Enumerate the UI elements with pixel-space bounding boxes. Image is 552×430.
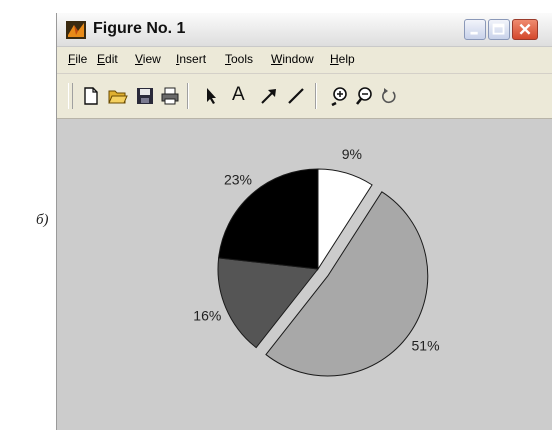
menu-tools[interactable]: Tools: [225, 52, 253, 66]
figure-window: Figure No. 1 File Edit View Insert Tools…: [56, 13, 552, 430]
menu-bar: File Edit View Insert Tools Window Help: [57, 47, 552, 73]
zoom-in-icon[interactable]: [329, 86, 349, 106]
insert-arrow-icon[interactable]: [259, 86, 279, 106]
minimize-icon: [470, 31, 478, 35]
print-icon[interactable]: [160, 86, 180, 106]
menu-view[interactable]: View: [135, 52, 161, 66]
rotate-icon[interactable]: [379, 86, 399, 106]
close-button[interactable]: [512, 19, 538, 40]
pie-slice-label: 51%: [412, 338, 440, 354]
maximize-icon: [492, 23, 505, 35]
insert-line-icon[interactable]: [286, 86, 306, 106]
toolbar-separator: [187, 83, 189, 109]
pie-slice-label: 23%: [224, 172, 252, 188]
pie-slice-label: 9%: [342, 146, 362, 162]
minimize-button[interactable]: [464, 19, 486, 40]
menu-help[interactable]: Help: [330, 52, 355, 66]
toolbar-separator: [315, 83, 317, 109]
menu-edit[interactable]: Edit: [97, 52, 118, 66]
maximize-button[interactable]: [488, 19, 510, 40]
select-arrow-icon[interactable]: [202, 86, 222, 106]
new-file-icon[interactable]: [81, 86, 101, 106]
menu-insert[interactable]: Insert: [176, 52, 206, 66]
window-title: Figure No. 1: [93, 20, 186, 37]
matlab-logo-icon: [66, 21, 86, 39]
zoom-out-icon[interactable]: [354, 86, 374, 106]
subfigure-label: б): [36, 212, 49, 228]
toolbar-grip[interactable]: [68, 83, 73, 109]
pie-slice-label: 16%: [193, 307, 221, 323]
save-icon[interactable]: [135, 86, 155, 106]
insert-text-icon[interactable]: A: [232, 84, 245, 106]
open-folder-icon[interactable]: [108, 86, 128, 106]
figure-canvas: 9% 51% 16% 23%: [57, 119, 552, 430]
pie-chart: 9% 51% 16% 23%: [193, 146, 440, 377]
figure-toolbar: A: [57, 74, 552, 119]
close-icon: [519, 23, 531, 35]
menu-window[interactable]: Window: [271, 52, 314, 66]
menu-file[interactable]: File: [68, 52, 87, 66]
title-bar[interactable]: Figure No. 1: [57, 13, 552, 47]
